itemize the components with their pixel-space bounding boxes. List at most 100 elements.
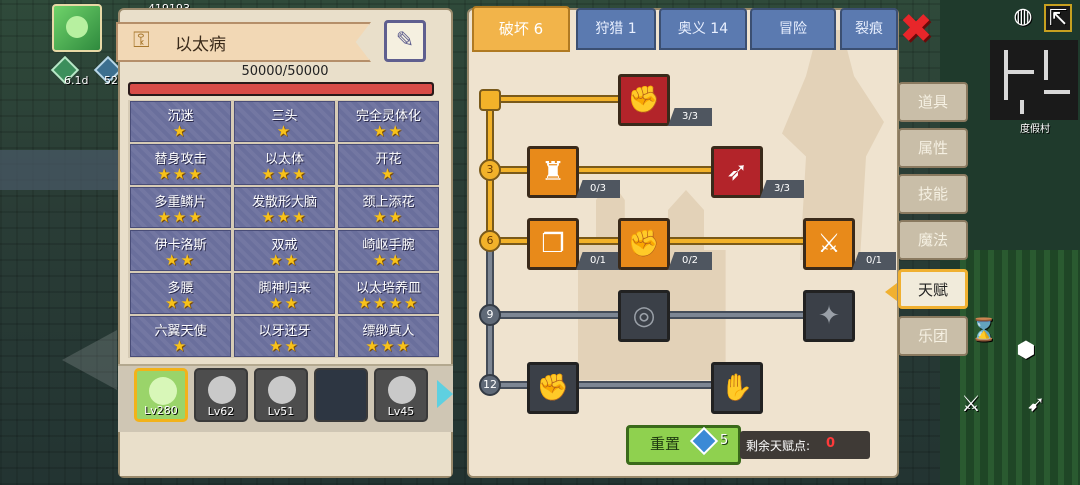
exit-icon[interactable]: ⇱: [1044, 4, 1072, 32]
party-member-slot[interactable]: Lv51: [254, 368, 308, 422]
avatar: [208, 376, 236, 404]
syringe-icon: ✎: [395, 28, 415, 53]
fist-punch-icon: ✊: [627, 229, 661, 259]
key-icon: ⚿: [133, 28, 150, 53]
trait-cell[interactable]: 开花 ★: [338, 144, 439, 185]
trait-cell[interactable]: 以太体 ★★★: [234, 144, 335, 185]
talent-skill-button[interactable]: ✋: [711, 362, 763, 414]
trait-stars: ★★: [165, 294, 196, 312]
hourglass-icon[interactable]: ⌛: [970, 318, 998, 346]
hp-bar-fill: [130, 84, 432, 94]
sword-icon[interactable]: ⚔: [955, 392, 987, 424]
card-swap-icon: ❐: [541, 229, 565, 259]
side-tab[interactable]: 技能: [898, 174, 968, 214]
panel-footer: [120, 432, 451, 476]
trait-stars: ★: [380, 165, 397, 183]
trait-stars: ★★: [165, 251, 196, 269]
syringe-button[interactable]: ✎: [384, 20, 426, 62]
map-location-label: 度假村: [1020, 124, 1050, 135]
talent-skill-button[interactable]: ⚔: [803, 218, 855, 270]
avatar: [149, 377, 177, 405]
party-member-slot[interactable]: Lv62: [194, 368, 248, 422]
talent-skill-count: 0/2: [668, 252, 712, 270]
trait-cell[interactable]: 伊卡洛斯 ★★: [130, 230, 231, 271]
trait-cell[interactable]: 以太培养皿 ★★★★: [338, 273, 439, 314]
talent-skill-button[interactable]: ✊: [618, 74, 670, 126]
trait-stars: ★★★: [261, 165, 308, 183]
party-member-level: Lv51: [267, 405, 295, 418]
trait-cell[interactable]: 三头 ★: [234, 101, 335, 142]
arm-wrestle-icon: ✊: [627, 85, 661, 115]
side-tab[interactable]: 乐团: [898, 316, 968, 356]
trait-cell[interactable]: 六翼天使 ★: [130, 316, 231, 357]
talent-points-value: 0: [826, 436, 836, 451]
talent-skill-button[interactable]: ♜: [527, 146, 579, 198]
tab-talent-category[interactable]: 狩猎 1: [576, 8, 656, 50]
bandaged-fist-icon: ✋: [720, 373, 754, 403]
cube-icon[interactable]: ⬢: [1010, 338, 1042, 370]
trait-grid: 沉迷 ★ 三头 ★ 完全灵体化 ★★ 替身攻击 ★★★ 以太体 ★★★ 开花 ★ 多重鳞片 ★★★ 发散形大…: [128, 100, 439, 358]
hud-gem-left-label: 6.1d: [64, 74, 89, 87]
side-tab[interactable]: 天赋: [898, 269, 968, 309]
party-member-slot[interactable]: Lv280: [134, 368, 188, 422]
tab-talent-category[interactable]: 奥义 14: [659, 8, 747, 50]
close-icon[interactable]: ✖: [898, 9, 934, 49]
trait-stars: ★★★: [261, 208, 308, 226]
side-tab[interactable]: 道具: [898, 82, 968, 122]
tree-level-node: [479, 89, 501, 111]
side-tab[interactable]: 魔法: [898, 220, 968, 260]
tree-level-node: 6: [479, 230, 501, 252]
character-name: 以太病: [175, 35, 226, 55]
trait-cell[interactable]: 脚神归来 ★★: [234, 273, 335, 314]
trait-cell[interactable]: 以牙还牙 ★★: [234, 316, 335, 357]
trait-cell[interactable]: 双戒 ★★: [234, 230, 335, 271]
party-member-slot[interactable]: Lv45: [374, 368, 428, 422]
talent-skill-count: 0/1: [852, 252, 896, 270]
trait-cell[interactable]: 颈上添花 ★★: [338, 187, 439, 228]
tab-talent-category[interactable]: 破坏 6: [472, 6, 570, 52]
bow-icon[interactable]: ➹: [1020, 392, 1052, 424]
side-tab[interactable]: 属性: [898, 128, 968, 168]
hp-text: 50000/50000: [241, 64, 329, 79]
network-icon[interactable]: ◍: [1010, 4, 1036, 30]
party-member-level: Lv280: [144, 404, 178, 417]
muscle-body-icon: ♜: [541, 157, 565, 187]
talent-skill-count: 0/3: [576, 180, 620, 198]
trait-stars: ★★★: [365, 337, 412, 355]
talent-points-label: 剩余天赋点:: [746, 439, 811, 453]
trait-cell[interactable]: 多腰 ★★: [130, 273, 231, 314]
trait-stars: ★★: [269, 337, 300, 355]
talent-skill-button[interactable]: ✊: [618, 218, 670, 270]
tab-talent-category[interactable]: 裂痕: [840, 8, 898, 50]
talent-skill-button[interactable]: ❐: [527, 218, 579, 270]
minimap[interactable]: [990, 40, 1078, 120]
trait-cell[interactable]: 沉迷 ★: [130, 101, 231, 142]
talent-skill-button[interactable]: ➶: [711, 146, 763, 198]
talent-skill-button[interactable]: ✦: [803, 290, 855, 342]
reset-gem-cost: 5: [720, 433, 729, 448]
trait-cell[interactable]: 多重鳞片 ★★★: [130, 187, 231, 228]
avatar: [388, 376, 416, 404]
trait-stars: ★★★★: [357, 294, 420, 312]
dagger-splash-icon: ⚔: [817, 229, 841, 259]
trait-cell[interactable]: 完全灵体化 ★★: [338, 101, 439, 142]
talent-skill-button[interactable]: ✊: [527, 362, 579, 414]
trait-cell[interactable]: 发散形大脑 ★★★: [234, 187, 335, 228]
party-member-slot[interactable]: [314, 368, 368, 422]
party-next-arrow-icon[interactable]: [437, 380, 453, 408]
trait-cell[interactable]: 缥缈真人 ★★★: [338, 316, 439, 357]
talent-skill-button[interactable]: ◎: [618, 290, 670, 342]
tab-talent-category[interactable]: 冒险: [750, 8, 836, 50]
world-road: [0, 150, 130, 190]
trait-stars: ★★★: [157, 208, 204, 226]
party-member-level: Lv45: [387, 405, 415, 418]
tree-level-node: 3: [479, 159, 501, 181]
trait-stars: ★: [172, 337, 189, 355]
trait-cell[interactable]: 替身攻击 ★★★: [130, 144, 231, 185]
trait-cell[interactable]: 崎岖手腕 ★★: [338, 230, 439, 271]
trait-stars: ★★★: [157, 165, 204, 183]
trait-stars: ★: [276, 122, 293, 140]
player-portrait[interactable]: [52, 4, 102, 52]
trait-stars: ★★: [373, 251, 404, 269]
trait-stars: ★: [172, 122, 189, 140]
